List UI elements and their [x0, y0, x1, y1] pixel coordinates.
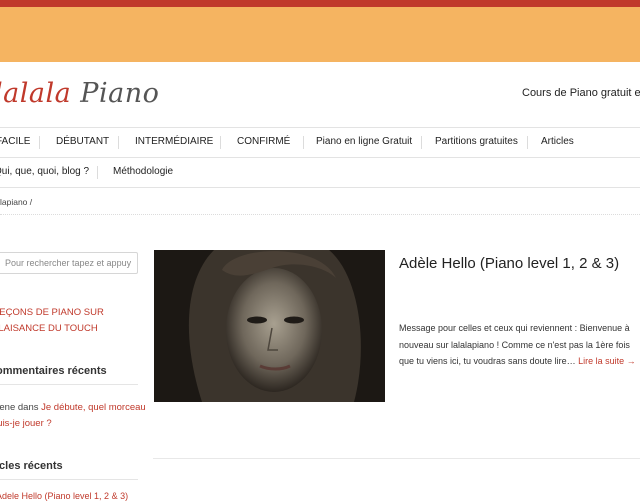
- nav-separator: [527, 136, 528, 149]
- nav-separator: [118, 136, 119, 149]
- nav-item-articles[interactable]: Articles: [541, 127, 574, 157]
- nav-bottom-border: [0, 187, 640, 188]
- breadcrumb-divider: [0, 214, 640, 215]
- breadcrumb[interactable]: lapiano /: [0, 197, 32, 207]
- site-logo[interactable]: lalala Piano: [0, 78, 159, 109]
- post-thumbnail[interactable]: [154, 250, 385, 402]
- nav-item-facile[interactable]: FACILE: [0, 127, 30, 157]
- main-nav-row-1: FACILE DÉBUTANT INTERMÉDIAIRE CONFIRMÉ P…: [0, 127, 640, 157]
- comment-author: dlene dans: [0, 402, 39, 413]
- nav-item-debutant[interactable]: DÉBUTANT: [56, 127, 109, 157]
- sidebar-promo-link-line-2[interactable]: PLAISANCE DU TOUCH: [0, 321, 142, 337]
- read-more-link[interactable]: Lire la suite →: [578, 356, 636, 366]
- nav-separator: [303, 136, 304, 149]
- nav-item-piano-en-ligne[interactable]: Piano en ligne Gratuit: [316, 127, 412, 157]
- top-accent-bar: [0, 0, 640, 7]
- recent-articles-heading: icles récents: [0, 460, 63, 472]
- logo-text-piano: Piano: [80, 78, 160, 109]
- site-tagline: Cours de Piano gratuit en lig: [522, 87, 640, 99]
- main-nav-row-2: Qui, que, quoi, blog ? Méthodologie: [0, 157, 640, 187]
- nav-separator: [220, 136, 221, 149]
- top-banner: [0, 7, 640, 62]
- sidebar-divider: [0, 384, 138, 385]
- post-excerpt: Message pour celles et ceux qui revienne…: [399, 320, 640, 370]
- search-input[interactable]: [0, 252, 138, 274]
- portrait-image: [154, 250, 385, 402]
- nav-item-methodologie[interactable]: Méthodologie: [113, 157, 173, 187]
- nav-separator: [39, 136, 40, 149]
- nav-item-intermediaire[interactable]: INTERMÉDIAIRE: [135, 127, 213, 157]
- post-title[interactable]: Adèle Hello (Piano level 1, 2 & 3): [399, 252, 639, 276]
- nav-item-partitions[interactable]: Partitions gratuites: [435, 127, 518, 157]
- nav-item-blog[interactable]: Qui, que, quoi, blog ?: [0, 157, 89, 187]
- recent-comments-heading: ommentaires récents: [0, 365, 107, 377]
- recent-comment-item: dlene dans Je débute, quel morceau puis-…: [0, 400, 152, 431]
- sidebar-promo-link-line-1[interactable]: LEÇONS DE PIANO SUR: [0, 305, 144, 321]
- post-divider: [153, 458, 640, 459]
- logo-text-lalala: lalala: [0, 78, 72, 109]
- sidebar-divider: [0, 479, 138, 480]
- nav-item-confirme[interactable]: CONFIRMÉ: [237, 127, 290, 157]
- nav-separator: [97, 166, 98, 179]
- nav-separator: [421, 136, 422, 149]
